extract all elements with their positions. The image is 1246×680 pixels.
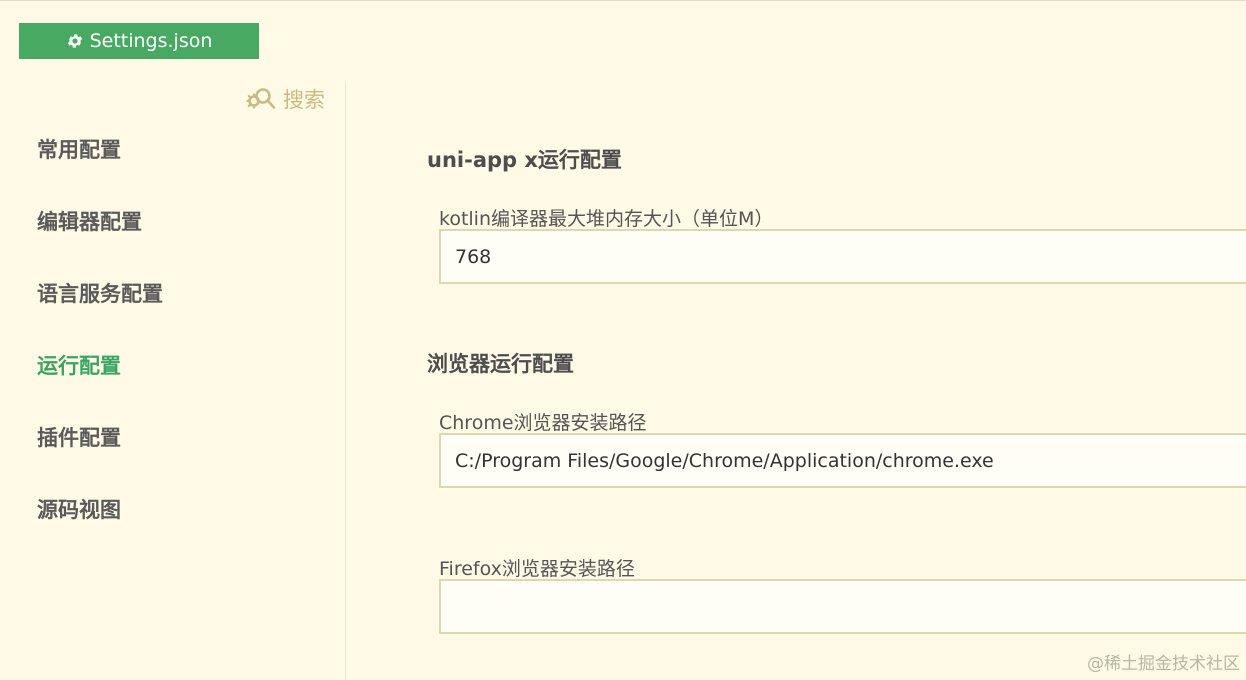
search-label: 搜索 xyxy=(283,88,325,112)
top-border xyxy=(0,0,1246,1)
settings-json-button[interactable]: Settings.json xyxy=(19,23,259,59)
sidebar-item-plugin-config[interactable]: 插件配置 xyxy=(37,420,163,492)
sidebar-item-run-config[interactable]: 运行配置 xyxy=(37,348,163,420)
main-content: uni-app x运行配置 kotlin编译器最大堆内存大小（单位M） 浏览器运… xyxy=(347,82,1246,680)
sidebar-item-language-service-config[interactable]: 语言服务配置 xyxy=(37,276,163,348)
chrome-path-input[interactable] xyxy=(439,433,1246,488)
section-title-uniapp-x-run-config: uni-app x运行配置 xyxy=(427,148,622,172)
section-title-browser-run-config: 浏览器运行配置 xyxy=(427,352,574,376)
chrome-path-label: Chrome浏览器安装路径 xyxy=(439,412,647,434)
sidebar: 搜索 常用配置 编辑器配置 语言服务配置 运行配置 插件配置 源码视图 xyxy=(0,82,346,680)
watermark: @稀土掘金技术社区 xyxy=(1087,654,1240,674)
kotlin-heap-size-label: kotlin编译器最大堆内存大小（单位M） xyxy=(439,208,774,230)
firefox-path-label: Firefox浏览器安装路径 xyxy=(439,558,635,580)
sidebar-nav: 常用配置 编辑器配置 语言服务配置 运行配置 插件配置 源码视图 xyxy=(37,132,163,564)
firefox-path-input[interactable] xyxy=(439,579,1246,634)
sidebar-item-common-config[interactable]: 常用配置 xyxy=(37,132,163,204)
gear-icon xyxy=(67,34,82,48)
gear-search-icon xyxy=(246,88,276,109)
sidebar-item-source-view[interactable]: 源码视图 xyxy=(37,492,163,564)
kotlin-heap-size-input[interactable] xyxy=(439,229,1246,284)
sidebar-item-editor-config[interactable]: 编辑器配置 xyxy=(37,204,163,276)
search-button[interactable]: 搜索 xyxy=(245,84,325,114)
settings-json-label: Settings.json xyxy=(89,30,213,52)
